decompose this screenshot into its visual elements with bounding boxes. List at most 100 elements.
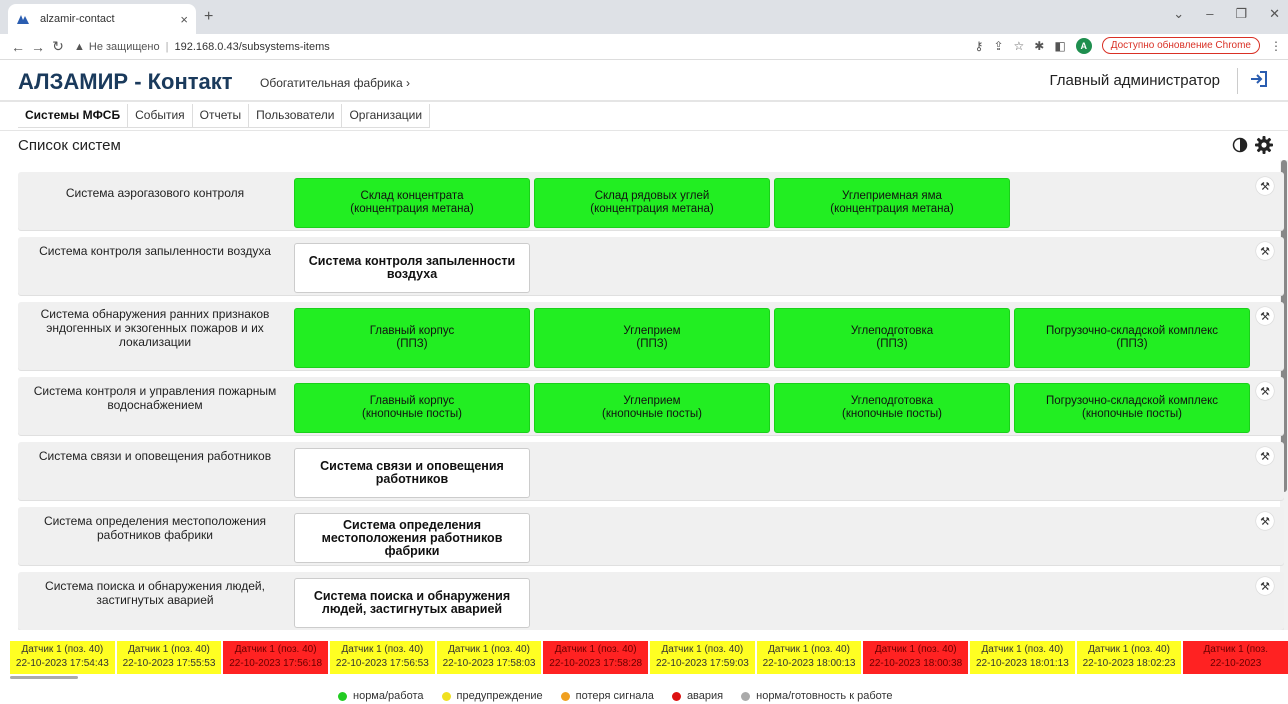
- warning-icon[interactable]: ▲: [74, 41, 85, 53]
- legend-label: норма/работа: [353, 690, 424, 702]
- subsystem-title: Углеподготовка: [850, 395, 934, 407]
- close-tab-icon[interactable]: ×: [180, 12, 188, 27]
- subsystem-title: Система контроля запыленности воздуха: [308, 254, 516, 281]
- sensor-card[interactable]: Датчик 1 (поз. 40) 22-10-2023 18:00:38: [863, 641, 969, 674]
- sensor-name: Датчик 1 (поз. 40): [21, 644, 104, 655]
- system-row: Система аэрогазового контроля Склад конце…: [18, 172, 1284, 230]
- browser-tab[interactable]: alzamir-contact ×: [8, 4, 196, 34]
- subsystem-tile[interactable]: Склад рядовых углей (концентрация метана): [534, 178, 770, 228]
- subsystem-tile[interactable]: Углеприем (ППЗ): [534, 308, 770, 368]
- logout-icon[interactable]: [1248, 68, 1270, 90]
- tools-icon[interactable]: ⚒: [1256, 512, 1274, 530]
- system-name: Система поиска и обнаружения людей, заст…: [45, 579, 265, 607]
- chevron-right-icon: ›: [405, 76, 410, 90]
- minimize-icon[interactable]: –: [1206, 6, 1213, 22]
- sensor-card[interactable]: Датчик 1 (поз. 40) 22-10-2023 17:58:28: [543, 641, 649, 674]
- sensor-name: Датчик 1 (поз. 40): [128, 644, 210, 655]
- subsystem-tile[interactable]: Главный корпус (кнопочные посты): [294, 383, 530, 433]
- sensor-card[interactable]: Датчик 1 (поз. 40) 22-10-2023 18:01:13: [970, 641, 1075, 674]
- tools-icon[interactable]: ⚒: [1256, 447, 1274, 465]
- menu-kebab-icon[interactable]: ⋮: [1270, 39, 1282, 53]
- gear-icon[interactable]: [1254, 135, 1274, 158]
- sensor-name: Датчик 1 (поз. 40): [341, 644, 424, 655]
- subsystem-tile[interactable]: Углеприемная яма (концентрация метана): [774, 178, 1010, 228]
- subsystem-tile[interactable]: Система связи и оповещения работников: [294, 448, 530, 498]
- tab-events[interactable]: События: [128, 104, 193, 127]
- tab-users[interactable]: Пользователи: [249, 104, 343, 127]
- horizontal-scrollbar[interactable]: [10, 676, 78, 679]
- extensions-icon[interactable]: ✱: [1034, 39, 1044, 53]
- sensor-card[interactable]: Датчик 1 (поз. 40) 22-10-2023 17:55:53: [116, 641, 222, 674]
- subsystem-tile[interactable]: Погрузочно-складской комплекс (ППЗ): [1014, 308, 1250, 368]
- sensor-card[interactable]: Датчик 1 (поз. 40) 22-10-2023 18:00:13: [756, 641, 862, 674]
- star-icon[interactable]: ☆: [1014, 39, 1025, 53]
- subsystem-tile[interactable]: Система определения местоположения работ…: [294, 513, 530, 563]
- legend-label: авария: [686, 690, 724, 702]
- share-icon[interactable]: ⇪: [993, 39, 1003, 53]
- legend-item: предупреждение: [441, 690, 543, 702]
- subsystem-title: Погрузочно-складской комплекс: [1045, 325, 1219, 337]
- url-text[interactable]: 192.168.0.43/subsystems-items: [174, 41, 329, 53]
- sensor-card[interactable]: Датчик 1 (поз. 40) 22-10-2023 18:02:23: [1076, 641, 1182, 674]
- subsystem-title: Система связи и оповещения работников: [320, 459, 504, 486]
- sidepanel-icon[interactable]: ◧: [1054, 39, 1065, 53]
- subsystem-tile[interactable]: Система контроля запыленности воздуха: [294, 243, 530, 293]
- tab-search-icon[interactable]: ⌄: [1173, 6, 1184, 22]
- tools-icon[interactable]: ⚒: [1256, 577, 1274, 595]
- subsystem-subtitle: (ППЗ): [636, 338, 668, 350]
- contrast-icon[interactable]: [1232, 137, 1248, 156]
- subsystem-title: Погрузочно-складской комплекс: [1045, 395, 1219, 407]
- subsystem-subtitle: (ППЗ): [396, 338, 428, 350]
- tab-organizations[interactable]: Организации: [342, 104, 431, 127]
- maximize-icon[interactable]: ❐: [1235, 6, 1247, 22]
- tab-systems[interactable]: Системы МФСБ: [18, 104, 129, 127]
- system-name: Система определения местоположения работ…: [43, 514, 267, 542]
- legend-item: потеря сигнала: [560, 690, 654, 702]
- forward-icon[interactable]: →: [28, 39, 48, 55]
- subsystem-tile[interactable]: Погрузочно-складской комплекс (кнопочные …: [1014, 383, 1250, 433]
- tab-reports[interactable]: Отчеты: [193, 104, 250, 127]
- key-icon[interactable]: ⚷: [975, 39, 984, 53]
- system-row: Система поиска и обнаружения людей, заст…: [18, 572, 1284, 630]
- system-list: Система аэрогазового контроля Склад конце…: [18, 172, 1284, 630]
- plant-breadcrumb[interactable]: Обогатительная фабрика ›: [260, 76, 410, 90]
- sensor-card[interactable]: Датчик 1 (поз. 40) 22-10-2023 17:58:03: [436, 641, 542, 674]
- tools-icon[interactable]: ⚒: [1256, 242, 1274, 260]
- subsystem-subtitle: (кнопочные посты): [362, 408, 462, 420]
- sensor-card[interactable]: Датчик 1 (поз. 40) 22-10-2023 17:54:43: [10, 641, 115, 674]
- subsystem-title: Склад рядовых углей: [594, 190, 710, 202]
- tools-icon[interactable]: ⚒: [1256, 382, 1274, 400]
- omnibox[interactable]: ▲ Не защищено | 192.168.0.43/subsystems-…: [74, 41, 330, 53]
- sensor-name: Датчик 1 (поз. 40): [1088, 644, 1170, 655]
- section-tools: [1232, 135, 1274, 158]
- subsystem-tile[interactable]: Главный корпус (ППЗ): [294, 308, 530, 368]
- app-brand[interactable]: АЛЗАМИР - Контакт: [18, 69, 233, 95]
- plant-name: Обогатительная фабрика: [260, 76, 403, 90]
- sensor-card[interactable]: Датчик 1 (поз. 40) 22-10-2023 17:59:03: [650, 641, 755, 674]
- subsystem-title: Склад концентрата: [360, 190, 464, 202]
- system-name: Система обнаружения ранних признаков энд…: [40, 307, 270, 349]
- sensor-time: 22-10-2023 18:00:38: [869, 658, 963, 669]
- sensor-name: Датчик 1 (поз. 40): [661, 644, 744, 655]
- subsystem-subtitle: (ППЗ): [876, 338, 908, 350]
- sensor-name: Датчик 1 (поз. 40): [448, 644, 530, 655]
- subsystem-tile[interactable]: Система поиска и обнаружения людей, заст…: [294, 578, 530, 628]
- sensor-card[interactable]: Датчик 1 (поз. 40) 22-10-2023 17:56:18: [223, 641, 329, 674]
- sensor-card[interactable]: Датчик 1 (поз. 40) 22-10-2023 17:56:53: [330, 641, 435, 674]
- sensor-card[interactable]: Датчик 1 (поз. 22-10-2023: [1183, 641, 1288, 674]
- subsystem-tile[interactable]: Углеприем (кнопочные посты): [534, 383, 770, 433]
- reload-icon[interactable]: ↻: [48, 38, 68, 55]
- new-tab-icon[interactable]: +: [204, 8, 213, 26]
- sensor-name: Датчик 1 (поз. 40): [768, 644, 850, 655]
- sensor-time: 22-10-2023 17:56:18: [229, 658, 323, 669]
- close-window-icon[interactable]: ✕: [1269, 6, 1280, 22]
- tools-icon[interactable]: ⚒: [1256, 177, 1274, 195]
- subsystem-tile[interactable]: Углеподготовка (ППЗ): [774, 308, 1010, 368]
- legend-item: норма/работа: [338, 690, 424, 702]
- subsystem-tile[interactable]: Углеподготовка (кнопочные посты): [774, 383, 1010, 433]
- tools-icon[interactable]: ⚒: [1256, 307, 1274, 325]
- update-chrome-button[interactable]: Доступно обновление Chrome: [1101, 37, 1260, 54]
- profile-avatar[interactable]: A: [1075, 37, 1092, 54]
- back-icon[interactable]: ←: [8, 39, 28, 55]
- subsystem-tile[interactable]: Склад концентрата (концентрация метана): [294, 178, 530, 228]
